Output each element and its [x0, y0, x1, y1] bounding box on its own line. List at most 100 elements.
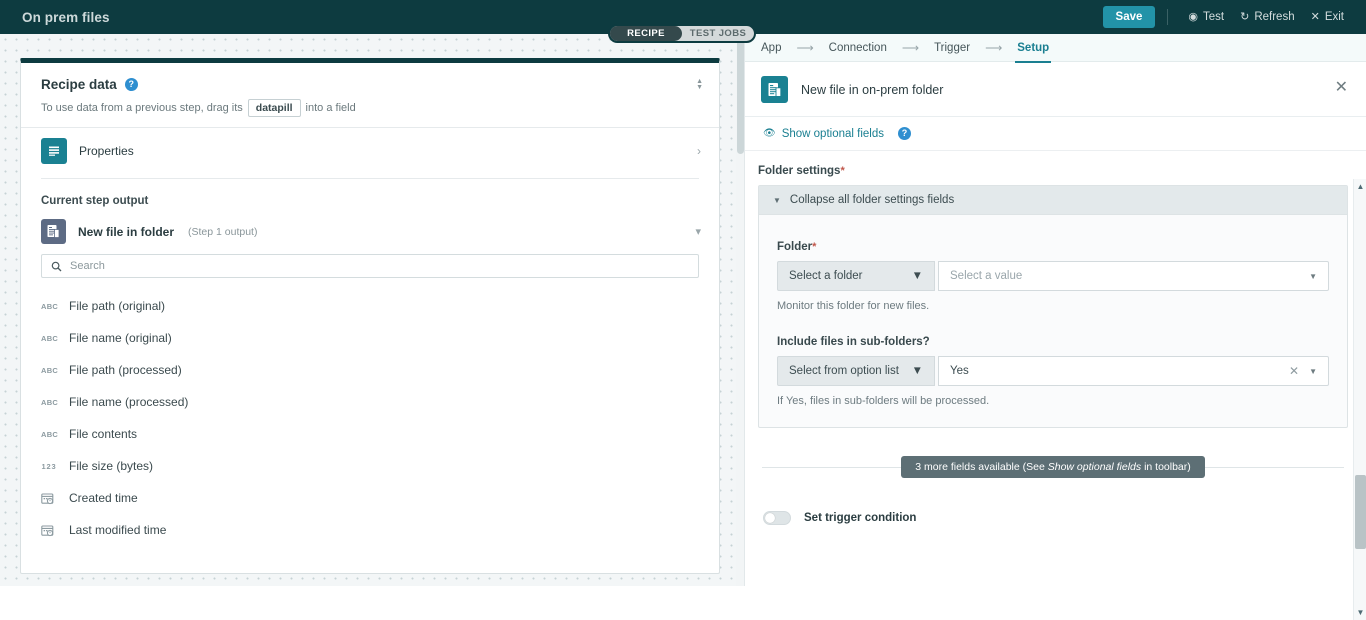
field-folder-mode-value: Select a folder	[789, 270, 863, 282]
field-include-subfolders-mode-select[interactable]: Select from option list ▼	[777, 356, 935, 386]
list-item[interactable]: ABC File contents	[41, 418, 699, 450]
field-folder-value-input[interactable]: Select a value ▼	[938, 261, 1329, 291]
close-icon[interactable]: ✕	[1335, 80, 1348, 96]
exit-button[interactable]: ✕ Exit	[1303, 8, 1352, 26]
step-config-panel: App ⟶ Connection ⟶ Trigger ⟶ Setup New f…	[745, 34, 1366, 586]
search-icon	[51, 261, 62, 272]
tab-recipe[interactable]: RECIPE	[610, 26, 682, 41]
field-folder-label: Folder*	[777, 241, 1329, 253]
required-asterisk: *	[840, 165, 844, 177]
breadcrumb-item-trigger[interactable]: Trigger	[932, 38, 972, 58]
breadcrumb: App ⟶ Connection ⟶ Trigger ⟶ Setup	[745, 34, 1366, 62]
eye-icon: 👁	[763, 128, 776, 139]
field-include-subfolders-label: Include files in sub-folders?	[777, 336, 1329, 348]
datapill-label: Last modified time	[69, 523, 166, 537]
left-panel-scrollbar[interactable]	[736, 34, 745, 586]
step-output-meta: (Step 1 output)	[188, 226, 257, 238]
scroll-down-icon[interactable]: ▼	[1356, 608, 1365, 617]
breadcrumb-item-connection[interactable]: Connection	[827, 38, 889, 58]
breadcrumb-item-app[interactable]: App	[759, 38, 783, 58]
breadcrumb-item-setup[interactable]: Setup	[1015, 38, 1051, 58]
recipe-data-card: Recipe data ? To use data from a previou…	[20, 58, 720, 574]
required-asterisk: *	[812, 241, 816, 253]
list-item[interactable]: Last modified time	[41, 514, 699, 546]
collapse-expand-toggle[interactable]: ▲ ▼	[696, 79, 703, 90]
step-output-row[interactable]: New file in folder (Step 1 output) ▾	[21, 215, 719, 254]
set-trigger-condition-toggle[interactable]	[763, 511, 791, 525]
arrow-right-icon: ⟶	[985, 41, 1002, 55]
help-icon[interactable]: ?	[898, 127, 911, 140]
recipe-data-subtitle: To use data from a previous step, drag i…	[41, 99, 699, 117]
abc-type-icon: ABC	[41, 302, 57, 311]
step-panel-header: New file in on-prem folder ✕	[745, 62, 1366, 117]
datapill-label: File size (bytes)	[69, 459, 153, 473]
field-include-subfolders-hint: If Yes, files in sub-folders will be pro…	[777, 395, 1329, 407]
caret-down-icon[interactable]: ▼	[1309, 367, 1317, 376]
properties-label: Properties	[79, 144, 134, 158]
chevron-down-icon[interactable]: ▾	[695, 225, 701, 238]
help-icon[interactable]: ?	[125, 78, 138, 91]
refresh-button-label: Refresh	[1254, 11, 1294, 23]
test-button-label: Test	[1203, 11, 1224, 23]
collapse-all-folder-settings-button[interactable]: ▼ Collapse all folder settings fields	[759, 186, 1347, 215]
refresh-button[interactable]: ↻ Refresh	[1232, 8, 1303, 26]
list-item[interactable]: Created time	[41, 482, 699, 514]
refresh-icon: ↻	[1240, 12, 1249, 23]
abc-type-icon: ABC	[41, 334, 57, 343]
scroll-up-icon[interactable]: ▲	[1356, 182, 1365, 191]
number-type-icon: 123	[41, 462, 57, 471]
set-trigger-condition-label: Set trigger condition	[804, 512, 916, 524]
list-item[interactable]: ABC File name (original)	[41, 322, 699, 354]
form-scrollbar-thumb[interactable]	[1355, 475, 1366, 549]
arrow-right-icon: ⟶	[902, 41, 919, 55]
field-include-subfolders: Include files in sub-folders? Select fro…	[777, 336, 1329, 407]
list-item[interactable]: ABC File path (original)	[41, 290, 699, 322]
mode-toggle[interactable]: RECIPE TEST JOBS	[608, 24, 756, 43]
datapill-chip: datapill	[248, 99, 301, 117]
triangle-down-icon: ▼	[773, 196, 781, 205]
field-folder: Folder* Select a folder ▼ Select a value…	[777, 241, 1329, 312]
form-scrollbar[interactable]: ▲ ▼	[1353, 179, 1366, 620]
close-icon: ✕	[1311, 12, 1320, 23]
search-box[interactable]	[41, 254, 699, 278]
more-fields-italic-text: Show optional fields	[1048, 461, 1141, 473]
caret-down-icon[interactable]: ▼	[1309, 272, 1317, 281]
calendar-clock-icon	[41, 492, 57, 505]
status-badge: 3 more fields available (See Show option…	[901, 456, 1205, 478]
save-button[interactable]: Save	[1103, 6, 1156, 28]
field-folder-mode-select[interactable]: Select a folder ▼	[777, 261, 935, 291]
toolbar-divider	[1167, 9, 1168, 25]
folder-settings-fieldset: ▼ Collapse all folder settings fields Fo…	[758, 185, 1348, 428]
datapill-label: File name (original)	[69, 331, 172, 345]
show-optional-fields-label: Show optional fields	[782, 128, 884, 140]
current-step-output-label: Current step output	[21, 179, 719, 215]
field-include-subfolders-value: Yes	[950, 365, 1289, 377]
left-panel-scrollbar-thumb[interactable]	[737, 34, 744, 154]
datapill-list: ABC File path (original) ABC File name (…	[21, 278, 719, 546]
list-item[interactable]: 123 File size (bytes)	[41, 450, 699, 482]
recipe-data-title-row: Recipe data ?	[41, 77, 699, 92]
test-button[interactable]: ◉ Test	[1180, 8, 1232, 26]
clear-icon[interactable]: ✕	[1289, 364, 1299, 378]
step-panel-title: New file in on-prem folder	[801, 83, 943, 97]
recipe-data-header: Recipe data ? To use data from a previou…	[21, 63, 719, 128]
calendar-clock-icon	[41, 524, 57, 537]
collapse-all-label: Collapse all folder settings fields	[790, 194, 954, 206]
caret-down-icon: ▼	[912, 365, 923, 377]
show-optional-fields-button[interactable]: 👁 Show optional fields	[763, 128, 884, 140]
list-item[interactable]: ABC File name (processed)	[41, 386, 699, 418]
app-title: On prem files	[22, 10, 110, 25]
caret-down-icon: ▼	[912, 270, 923, 282]
subtitle-text-after: into a field	[306, 102, 356, 114]
list-item[interactable]: ABC File path (processed)	[41, 354, 699, 386]
more-fields-available-row: 3 more fields available (See Show option…	[758, 456, 1348, 478]
tab-test-jobs[interactable]: TEST JOBS	[682, 26, 754, 41]
step-output-name: New file in folder	[78, 225, 174, 239]
field-include-subfolders-value-input[interactable]: Yes ✕ ▼	[938, 356, 1329, 386]
search-input[interactable]	[70, 260, 689, 272]
chevron-down-icon: ▼	[696, 85, 703, 90]
properties-row[interactable]: Properties ›	[21, 128, 719, 174]
datapill-label: File path (processed)	[69, 363, 182, 377]
more-fields-count-text: 3 more fields available (See	[915, 461, 1048, 473]
divider-right	[1205, 467, 1344, 468]
